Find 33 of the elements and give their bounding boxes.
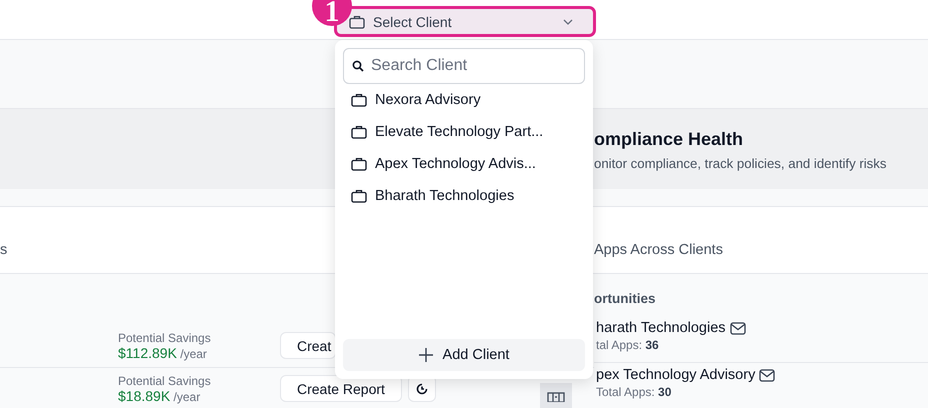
section-title: Apps Across Clients bbox=[594, 242, 723, 258]
create-report-button[interactable]: Creat bbox=[280, 332, 336, 359]
section-heading: ortunities bbox=[594, 291, 657, 306]
client-option[interactable]: Nexora Advisory bbox=[343, 84, 585, 116]
briefcase-icon bbox=[351, 93, 367, 107]
total-apps: Total Apps: 30 bbox=[596, 386, 672, 399]
client-name: pex Technology Advisory bbox=[596, 367, 756, 383]
page-subtitle: onitor compliance, track policies, and identify risks bbox=[594, 156, 886, 171]
client-option[interactable]: Elevate Technology Part... bbox=[343, 116, 585, 148]
plus-icon bbox=[418, 348, 433, 362]
total-apps: tal Apps: 36 bbox=[596, 339, 660, 352]
step-badge: 1 bbox=[312, 0, 352, 26]
chevron-down-icon bbox=[563, 18, 573, 24]
add-client-button[interactable]: Add Client bbox=[343, 339, 585, 371]
savings-amount: $112.89K /year bbox=[118, 344, 208, 360]
create-report-button[interactable]: Create Report bbox=[280, 375, 402, 402]
briefcase-icon bbox=[349, 14, 365, 28]
briefcase-icon bbox=[351, 157, 367, 171]
mail-icon bbox=[759, 368, 776, 382]
client-option[interactable]: Apex Technology Advis... bbox=[343, 148, 585, 180]
client-option[interactable]: Bharath Technologies bbox=[343, 180, 585, 212]
refresh-icon bbox=[414, 382, 429, 396]
savings-amount: $18.89K /year bbox=[118, 388, 202, 404]
section-title: s bbox=[0, 242, 8, 258]
mail-icon bbox=[730, 322, 746, 334]
savings-label: Potential Savings bbox=[118, 374, 212, 388]
briefcase-icon bbox=[351, 125, 367, 139]
briefcase-icon bbox=[351, 189, 367, 203]
page-title: ompliance Health bbox=[594, 129, 744, 150]
search-field[interactable]: Search Client bbox=[343, 48, 585, 84]
building-icon bbox=[540, 383, 572, 408]
savings-label: Potential Savings bbox=[118, 330, 212, 344]
client-name: harath Technologies bbox=[596, 320, 726, 336]
